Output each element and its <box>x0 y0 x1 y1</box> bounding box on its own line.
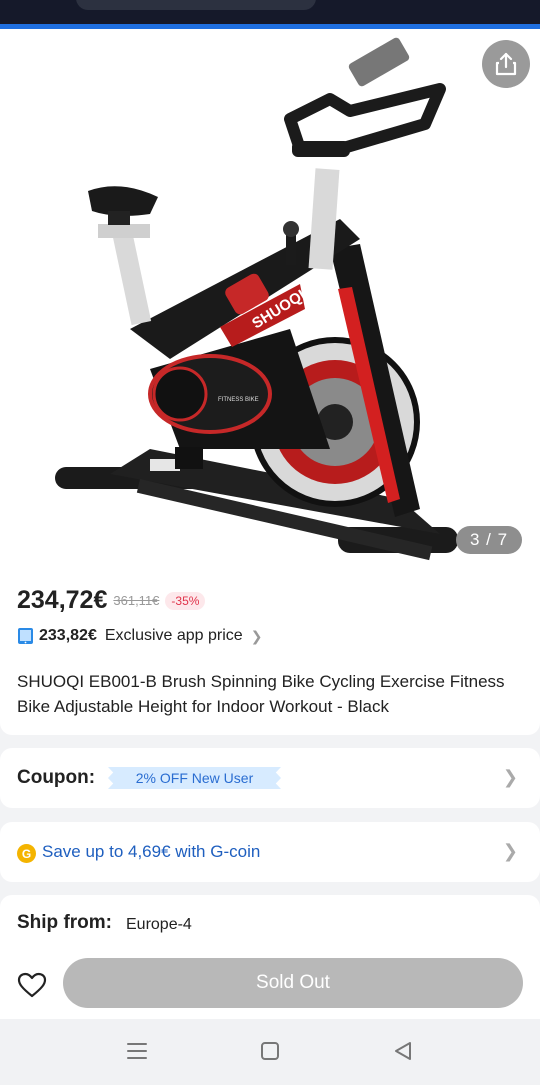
gcoin-text: Save up to 4,69€ with G-coin <box>42 842 261 861</box>
image-counter: 3 / 7 <box>456 526 522 554</box>
share-icon <box>495 52 517 76</box>
coupon-tag: 2% OFF New User <box>108 767 281 789</box>
product-image: SHUOQI FITNESS BIKE <box>55 37 458 561</box>
app-price-value: 233,82€ <box>39 627 97 644</box>
product-info-card: 234,72€ 361,11€ -35% 233,82€ Exclusive a… <box>0 577 540 735</box>
home-icon[interactable] <box>260 1041 280 1061</box>
coupon-label: Coupon: <box>17 767 96 788</box>
ship-from-value[interactable]: Europe-4 <box>126 916 192 934</box>
discount-badge: -35% <box>165 591 206 610</box>
flywheel-text: FITNESS BIKE <box>218 397 259 403</box>
app-price-row[interactable]: 233,82€ Exclusive app price ❯ <box>17 627 262 645</box>
chevron-right-icon: ❯ <box>250 627 263 644</box>
wishlist-heart-icon[interactable] <box>17 972 47 998</box>
product-title: SHUOQI EB001-B Brush Spinning Bike Cycli… <box>17 672 505 716</box>
back-icon[interactable] <box>393 1041 413 1061</box>
gcoin-icon: G <box>17 844 36 863</box>
chevron-right-icon: ❯ <box>502 841 518 861</box>
system-nav-bar <box>0 1019 540 1085</box>
status-bar <box>0 0 540 24</box>
original-price: 361,11€ <box>113 593 160 608</box>
app-price-label: Exclusive app price <box>104 627 243 644</box>
price-row: 234,72€ 361,11€ -35% <box>17 586 206 615</box>
gcoin-row[interactable]: G Save up to 4,69€ with G-coin ❯ <box>0 822 540 882</box>
chevron-right-icon: ❯ <box>502 767 518 787</box>
status-bar-notch <box>76 0 316 10</box>
coupon-row[interactable]: Coupon: 2% OFF New User ❯ <box>0 748 540 808</box>
sold-out-button[interactable]: Sold Out <box>63 958 523 1008</box>
share-button[interactable] <box>482 40 530 88</box>
menu-icon[interactable] <box>126 1041 148 1061</box>
current-price: 234,72€ <box>17 586 108 614</box>
ship-from-label: Ship from: <box>17 912 112 933</box>
phone-icon <box>18 628 33 644</box>
product-gallery[interactable]: SHUOQI FITNESS BIKE 3 / 7 <box>0 29 540 577</box>
